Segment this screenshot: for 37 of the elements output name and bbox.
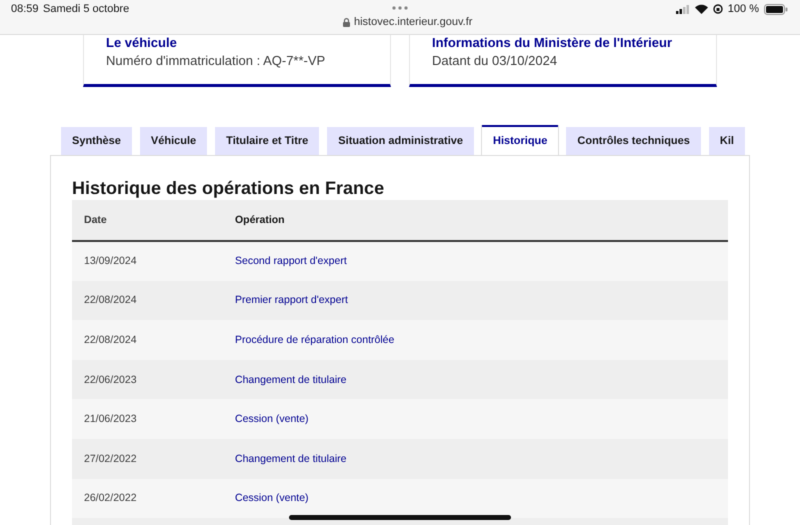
tab[interactable]: Historique xyxy=(482,125,558,155)
tab[interactable]: Véhicule xyxy=(140,127,208,155)
card-title[interactable]: Informations du Ministère de l'Intérieur xyxy=(432,35,716,50)
clock: 08:59 xyxy=(11,3,39,15)
date-cell: 22/06/2023 xyxy=(72,360,235,400)
section-title: Historique des opérations en France xyxy=(72,178,386,200)
signal-icon xyxy=(676,4,690,14)
battery-percent: 100 % xyxy=(728,3,759,15)
column-header: Date xyxy=(72,200,235,241)
tab[interactable]: Synthèse xyxy=(61,127,132,155)
date-cell: 27/02/2022 xyxy=(72,438,235,479)
column-header: Opération xyxy=(235,200,728,241)
operation-link[interactable]: Changement de titulaire xyxy=(235,374,346,386)
operation-link[interactable]: Procédure de réparation contrôlée xyxy=(235,334,394,346)
operation-link[interactable]: Second rapport d'expert xyxy=(235,255,347,268)
date-cell: 22/08/2024 xyxy=(72,280,235,320)
operation-link[interactable]: Changement de titulaire xyxy=(235,452,346,465)
wifi-icon xyxy=(694,4,708,14)
operation-link[interactable]: Premier rapport d'expert xyxy=(235,294,348,306)
tab[interactable]: Titulaire et Titre xyxy=(215,127,320,155)
tab[interactable]: Situation administrative xyxy=(327,127,474,155)
date: Samedi 5 octobre xyxy=(43,3,130,15)
lock-icon xyxy=(343,18,350,26)
card-text: Numéro d'immatriculation : AQ-7**-VP xyxy=(106,53,326,68)
operation-link[interactable]: Cession (vente) xyxy=(235,492,309,504)
date-cell: 21/06/2023 xyxy=(72,399,235,439)
date-cell: 26/02/2022 xyxy=(72,478,235,518)
date-cell: 22/08/2024 xyxy=(72,320,235,360)
card-text: Datant du 03/10/2024 xyxy=(432,53,558,68)
date-cell: 13/09/2024 xyxy=(72,241,235,281)
operation-link[interactable]: Cession (vente) xyxy=(235,413,309,426)
tab[interactable]: Contrôles techniques xyxy=(566,127,701,155)
more-icon[interactable] xyxy=(392,6,408,10)
tab[interactable]: Kil xyxy=(708,127,745,155)
orientation-lock-icon xyxy=(712,4,723,14)
card-title[interactable]: Le véhicule xyxy=(106,35,390,50)
battery-icon xyxy=(764,4,788,14)
